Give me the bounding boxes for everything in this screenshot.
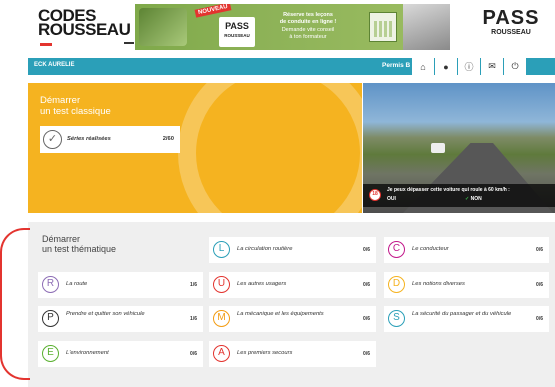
theme-label: La mécanique et les équipements: [237, 311, 324, 317]
question-overlay: 18 Je peux dépasser cette voiture qui ro…: [363, 184, 555, 207]
pass-logo-word: PASS: [482, 7, 540, 29]
top-navbar: ECK AURELIE Permis B ⌂ ● ⓘ ✉ ⏻: [28, 58, 555, 75]
banner-car-image: [139, 8, 187, 46]
banner-text-line3: Demande vite conseil: [281, 27, 335, 33]
theme-letter-s-icon: S: [388, 310, 405, 327]
banner-pass-logo: PASS ROUSSEAU: [219, 17, 255, 47]
theme-score: 0/6: [363, 316, 370, 322]
thematic-test-title: Démarrer un test thématique: [42, 234, 116, 254]
promo-banner[interactable]: NOUVEAU PASS ROUSSEAU Réserve tes leçons…: [135, 4, 450, 50]
theme-score: 0/6: [536, 247, 543, 253]
theme-label: Les autres usagers: [237, 281, 287, 287]
mail-icon[interactable]: ✉: [480, 58, 503, 75]
theme-letter-c-icon: C: [388, 241, 405, 258]
theme-letter-a-icon: A: [213, 345, 230, 362]
thematic-title-line2: un test thématique: [42, 244, 117, 254]
theme-tile-u[interactable]: U Les autres usagers 0/6: [209, 272, 376, 298]
banner-text-line4: à ton formateur: [289, 34, 327, 40]
question-number: 18: [369, 189, 381, 201]
classic-title-line2: un test classique: [40, 106, 111, 117]
banner-pass-word: PASS: [225, 21, 249, 31]
theme-score: 0/6: [536, 282, 543, 288]
theme-letter-d-icon: D: [388, 276, 405, 293]
answer-non-label: NON: [470, 196, 482, 202]
permis-label[interactable]: Permis B: [382, 62, 410, 69]
theme-tile-s[interactable]: S La sécurité du passager et du véhicule 0…: [384, 306, 549, 332]
theme-tile-e[interactable]: E L'environnement 0/6: [38, 341, 203, 367]
theme-score: 0/6: [190, 351, 197, 357]
theme-score: 1/6: [190, 282, 197, 288]
question-preview-image[interactable]: 18 Je peux dépasser cette voiture qui ro…: [363, 83, 555, 213]
theme-tile-m[interactable]: M La mécanique et les équipements 0/6: [209, 306, 376, 332]
user-icon[interactable]: ●: [434, 58, 457, 75]
logo-line2: ROUSSEAU: [38, 20, 131, 39]
answer-oui: OUI: [387, 196, 396, 202]
theme-score: 0/6: [363, 351, 370, 357]
checkmark-watermark-icon: [178, 83, 362, 213]
theme-letter-u-icon: U: [213, 276, 230, 293]
series-progress-box[interactable]: ✓ Séries réalisées 2/60: [40, 126, 180, 153]
calendar-icon: [369, 12, 397, 42]
codes-rousseau-logo[interactable]: CODES ROUSSEAU: [38, 7, 131, 39]
theme-label: Prendre et quitter son véhicule: [66, 311, 145, 317]
theme-tile-p[interactable]: P Prendre et quitter son véhicule 1/6: [38, 306, 203, 332]
classic-title-line1: Démarrer: [40, 95, 81, 106]
header: CODES ROUSSEAU NOUVEAU PASS ROUSSEAU Rés…: [0, 0, 555, 55]
series-label: Séries réalisées: [67, 136, 111, 142]
theme-label: La circulation routière: [237, 246, 293, 252]
car-image: [431, 143, 445, 153]
pass-rousseau-logo[interactable]: PASS ROUSSEAU: [476, 8, 546, 48]
theme-letter-m-icon: M: [213, 310, 230, 327]
answer-non: ✓ NON: [465, 196, 482, 202]
banner-text: Réserve tes leçons de conduite en ligne …: [263, 12, 353, 41]
theme-score: 0/6: [363, 247, 370, 253]
theme-tile-c[interactable]: C Le conducteur 0/6: [384, 237, 549, 263]
theme-label: Le conducteur: [412, 246, 449, 252]
theme-score: 0/6: [536, 316, 543, 322]
nav-icon-group: ⌂ ● ⓘ ✉ ⏻: [411, 58, 526, 75]
theme-letter-p-icon: P: [42, 310, 59, 327]
pass-logo-sub: ROUSSEAU: [491, 29, 531, 36]
series-count: 2/60: [162, 136, 174, 142]
banner-new-badge: NOUVEAU: [194, 4, 232, 18]
check-circle-icon: ✓: [43, 130, 62, 149]
theme-label: Les premiers secours: [237, 350, 293, 356]
theme-letter-r-icon: R: [42, 276, 59, 293]
theme-label: L'environnement: [66, 350, 109, 356]
theme-tile-a[interactable]: A Les premiers secours 0/6: [209, 341, 376, 367]
question-text: Je peux dépasser cette voiture qui roule…: [387, 187, 510, 193]
user-name: ECK AURELIE: [34, 62, 75, 68]
banner-driver-image: [403, 4, 450, 50]
theme-label: Les notions diverses: [412, 281, 465, 287]
tick-icon: ✓: [465, 196, 470, 202]
logo-dash: [124, 42, 134, 44]
theme-tile-d[interactable]: D Les notions diverses 0/6: [384, 272, 549, 298]
classic-test-title: Démarrer un test classique: [40, 95, 111, 117]
home-icon[interactable]: ⌂: [411, 58, 434, 75]
banner-text-line1: Réserve tes leçons: [283, 12, 333, 18]
theme-tile-r[interactable]: R La route 1/6: [38, 272, 203, 298]
thematic-title-line1: Démarrer: [42, 234, 81, 244]
theme-label: La route: [66, 281, 88, 287]
theme-letter-e-icon: E: [42, 345, 59, 362]
theme-label: La sécurité du passager et du véhicule: [412, 311, 512, 317]
banner-text-line2: de conduite en ligne !: [279, 19, 337, 25]
banner-pass-sub: ROUSSEAU: [224, 33, 250, 38]
classic-test-card[interactable]: Démarrer un test classique ✓ Séries réal…: [28, 83, 362, 213]
theme-score: 0/6: [363, 282, 370, 288]
theme-tile-l[interactable]: L La circulation routière 0/6: [209, 237, 376, 263]
logo-accent: [40, 43, 52, 46]
theme-score: 1/6: [190, 316, 197, 322]
theme-letter-l-icon: L: [213, 241, 230, 258]
red-annotation-bracket: [0, 228, 30, 380]
info-icon[interactable]: ⓘ: [457, 58, 480, 75]
power-icon[interactable]: ⏻: [503, 58, 526, 75]
